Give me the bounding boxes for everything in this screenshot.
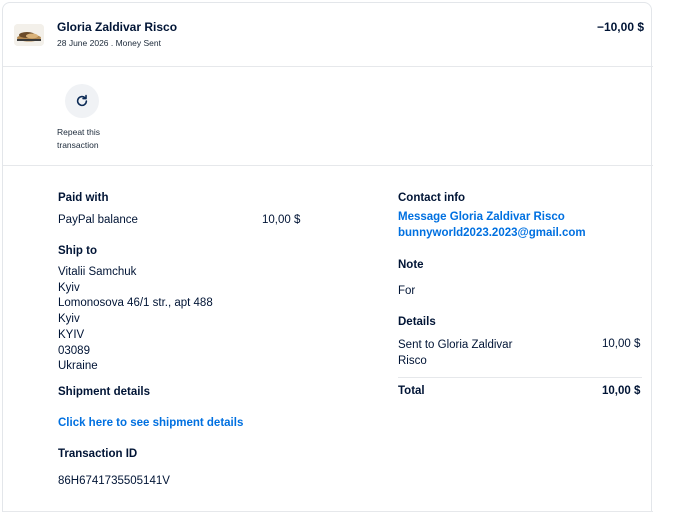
total-label: Total	[398, 385, 425, 397]
divider	[3, 165, 653, 166]
paid-with-heading: Paid with	[58, 192, 109, 204]
transaction-id-value: 86H6741735505141V	[58, 475, 170, 487]
total-amount: 10,00 $	[602, 385, 641, 397]
sent-amount: 10,00 $	[602, 338, 641, 350]
address-line: Ukraine	[58, 360, 98, 373]
ship-to-heading: Ship to	[58, 245, 97, 257]
note-text: For	[398, 285, 416, 297]
repeat-transaction-button[interactable]	[65, 84, 99, 118]
transaction-header[interactable]: Gloria Zaldivar Risco 28 June 2026 . Mon…	[3, 3, 653, 67]
address-line: KYIV	[58, 328, 85, 341]
counterparty-name: Gloria Zaldivar Risco	[57, 20, 178, 34]
address-line: Kyiv	[58, 313, 80, 326]
address-line: Vitalii Samchuk	[58, 266, 137, 278]
address-line: Lomonosova 46/1 str., apt 488	[58, 297, 213, 310]
shipment-details-heading: Shipment details	[58, 386, 151, 398]
shipment-details-link[interactable]: Click here to see shipment details	[58, 417, 243, 429]
payment-method: PayPal balance	[58, 214, 138, 226]
sent-to-label: Sent to Gloria Zaldivar Risco	[398, 339, 513, 367]
message-contact-link[interactable]: Message Gloria Zaldivar Risco	[398, 211, 565, 223]
divider	[3, 66, 653, 67]
contact-email-link[interactable]: bunnyworld2023.2023@gmail.com	[398, 227, 586, 239]
transaction-card: Gloria Zaldivar Risco 28 June 2026 . Mon…	[2, 2, 653, 512]
divider	[398, 377, 642, 378]
payment-amount: 10,00 $	[262, 214, 301, 226]
repeat-transaction-label[interactable]: Repeat this transaction	[57, 126, 127, 152]
contact-info-heading: Contact info	[398, 192, 466, 204]
shipping-address: Vitalii Samchuk Kyiv Lomonosova 46/1 str…	[58, 265, 213, 375]
address-line: 03089	[58, 344, 90, 357]
note-heading: Note	[398, 259, 424, 271]
refresh-icon	[76, 94, 88, 107]
address-line: Kyiv	[58, 281, 80, 294]
transaction-id-heading: Transaction ID	[58, 448, 138, 460]
details-heading: Details	[398, 316, 436, 328]
avatar	[14, 24, 44, 46]
transaction-date-type: 28 June 2026 . Money Sent	[57, 38, 161, 48]
transaction-amount: −10,00 $	[596, 20, 644, 34]
